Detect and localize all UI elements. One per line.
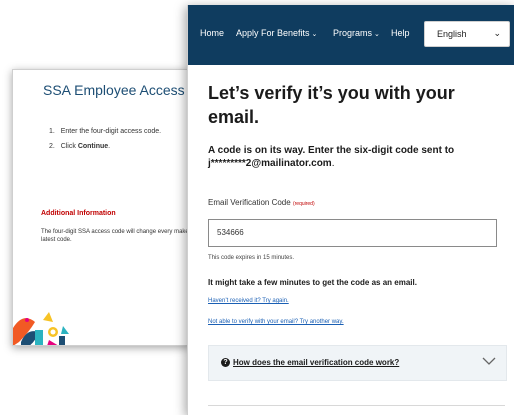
foreground-window: Home Apply For Benefits ⌄ Programs ⌄ Help … <box>187 5 514 415</box>
question-circle-icon: ? <box>221 358 230 367</box>
decorative-art-icon <box>13 312 69 345</box>
language-value: English <box>437 29 467 39</box>
required-marker: (required) <box>292 201 315 207</box>
bg-step-2: 2. Click Continue. <box>49 143 111 150</box>
verification-code-input[interactable]: 534666 <box>208 219 497 247</box>
code-sent-message: A code is on its way. Enter the six-digi… <box>208 145 455 169</box>
language-select[interactable]: English ⌄ <box>424 21 510 47</box>
accordion-label: How does the email verification code wor… <box>233 358 400 367</box>
background-window: SSA Employee Access Code 1. Enter the fo… <box>12 69 190 346</box>
bg-page-title: SSA Employee Access Code <box>43 82 189 98</box>
divider <box>208 405 505 406</box>
chevron-down-icon: ⌄ <box>311 31 318 38</box>
code-expiry-note: This code expires in 15 minutes. <box>208 255 295 261</box>
nav-programs-menu[interactable]: Programs ⌄ <box>333 28 380 38</box>
nav-home-link[interactable]: Home <box>200 28 224 38</box>
delivery-delay-message: It might take a few minutes to get the c… <box>208 278 417 287</box>
chevron-down-icon: ⌄ <box>493 28 501 38</box>
top-navbar: Home Apply For Benefits ⌄ Programs ⌄ Help … <box>188 5 514 65</box>
chevron-down-icon: ⌄ <box>374 31 380 38</box>
code-field-label: Email Verification Code (required) <box>208 198 315 207</box>
bg-additional-heading: Additional Information <box>41 210 116 217</box>
masked-email: j*********2@mailinator.com <box>208 158 332 169</box>
nav-apply-benefits-menu[interactable]: Apply For Benefits ⌄ <box>236 28 317 38</box>
nav-help-link[interactable]: Help <box>391 28 410 38</box>
chevron-down-icon <box>482 357 496 365</box>
page-title: Let’s verify it’s you with your email. <box>208 83 455 127</box>
bg-step-1: 1. Enter the four-digit access code. <box>49 128 162 135</box>
try-another-way-link[interactable]: Not able to verify with your email? Try … <box>208 319 344 325</box>
bg-additional-text: The four-digit SSA access code will chan… <box>41 229 189 243</box>
try-again-link[interactable]: Haven’t received it? Try again. <box>208 298 289 304</box>
verification-help-accordion[interactable]: ? How does the email verification code w… <box>208 345 507 381</box>
bg-steps-list: 1. Enter the four-digit access code. 2. … <box>49 124 161 154</box>
